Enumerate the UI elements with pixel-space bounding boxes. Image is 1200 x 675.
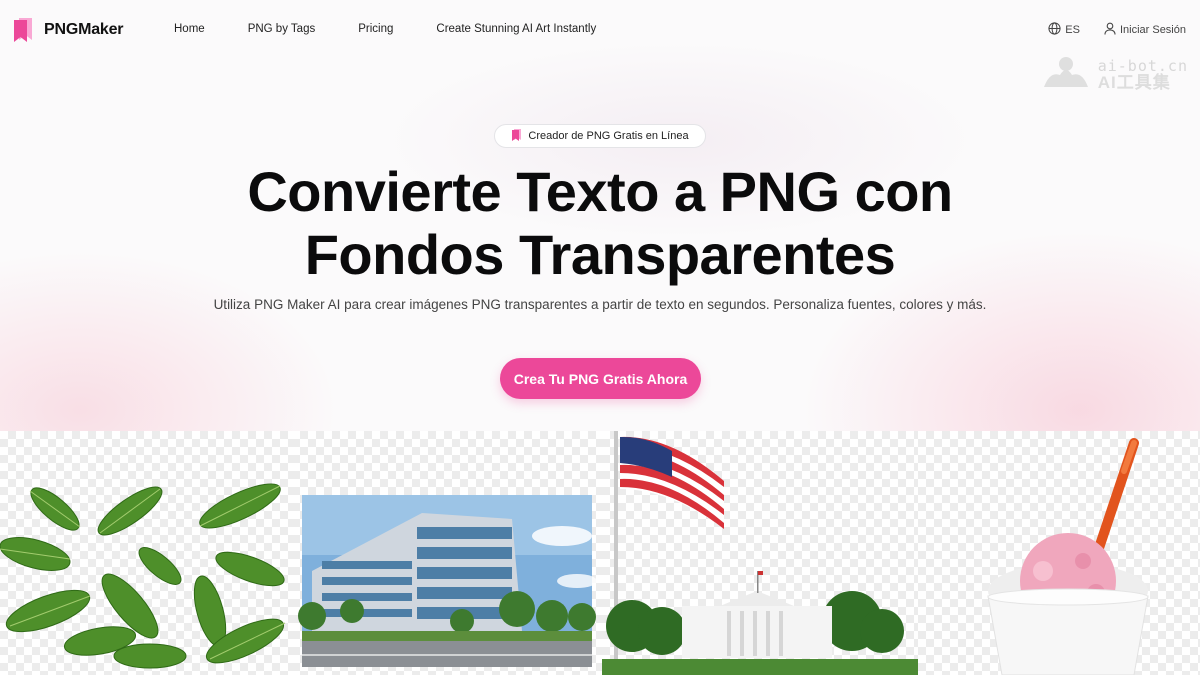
create-png-cta-button[interactable]: Crea Tu PNG Gratis Ahora [500,358,701,399]
watermark: ai-bot.cn AI工具集 [1040,55,1188,94]
hero-title: Convierte Texto a PNG con Fondos Transpa… [0,160,1200,286]
bookmark-logo-icon [12,16,36,44]
gallery-item-ice-cream[interactable] [918,431,1200,675]
nav-link-png-by-tags[interactable]: PNG by Tags [248,23,316,35]
language-label: ES [1065,24,1080,36]
ice-cream-image [987,438,1149,675]
globe-icon [1048,22,1061,38]
nav-link-home[interactable]: Home [174,23,205,35]
top-navigation: PNGMaker Home PNG by Tags Pricing Create… [0,0,1200,60]
brand-logo[interactable]: PNGMaker [12,16,124,44]
user-icon [1104,22,1116,38]
language-selector[interactable]: ES [1048,22,1080,38]
example-gallery [0,431,1200,675]
hero-badge: Creador de PNG Gratis en Línea [494,124,706,148]
bookmark-icon [511,128,522,144]
flag-white-house-image [602,431,918,675]
gallery-item-building[interactable] [292,431,602,675]
gallery-item-leaves[interactable] [0,431,292,675]
watermark-text: ai-bot.cn AI工具集 [1097,56,1188,92]
nav-link-pricing[interactable]: Pricing [358,23,393,35]
watermark-line2: AI工具集 [1097,72,1171,92]
gallery-item-flag-white-house[interactable] [602,431,918,675]
login-label: Iniciar Sesión [1119,24,1186,36]
hero-title-line2: Fondos Transparentes [304,223,896,286]
login-link[interactable]: Iniciar Sesión [1104,22,1186,38]
leaves-image [0,483,286,669]
hero-title-line1: Convierte Texto a PNG con [247,160,953,223]
building-image [298,495,597,667]
nav-links: Home PNG by Tags Pricing Create Stunning… [174,23,639,35]
brand-name: PNGMaker [44,21,124,38]
hero-badge-label: Creador de PNG Gratis en Línea [528,130,689,142]
nav-actions: ES Iniciar Sesión [1048,22,1186,38]
watermark-logo-icon [1040,55,1092,94]
hero-subtitle: Utiliza PNG Maker AI para crear imágenes… [213,297,987,312]
watermark-line1: ai-bot.cn [1097,56,1188,75]
nav-link-ai-art[interactable]: Create Stunning AI Art Instantly [436,23,596,35]
